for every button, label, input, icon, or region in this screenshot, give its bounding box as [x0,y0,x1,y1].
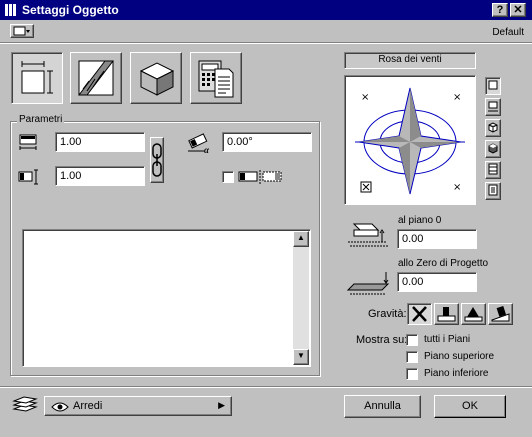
close-button[interactable]: ✕ [510,3,526,17]
depth-icon [18,169,38,185]
parameters-group-label: Parametri [17,114,65,125]
gravity-off-icon [412,306,427,322]
ok-button[interactable]: OK [434,395,506,418]
tab-dimensions[interactable] [11,52,63,104]
show-all-stories-label: tutti i Piani [424,334,471,345]
mirror-checkbox[interactable] [222,171,234,183]
tab-floor-plan[interactable] [70,52,122,104]
cube-icon [139,62,175,96]
angle-field[interactable]: 0.00° [222,132,312,152]
gravity-label: Gravità: [368,308,407,320]
view-3d-wire-button[interactable] [485,119,501,137]
story-elevation-field[interactable]: 0.00 [397,229,477,249]
tab-listing[interactable] [190,52,242,104]
project-zero-label: allo Zero di Progetto [398,258,489,269]
show-lower-story-label: Piano inferiore [424,368,489,379]
window-title: Settaggi Oggetto [22,3,119,17]
eye-icon [51,402,69,412]
layers-icon [12,396,38,412]
ratio-lock-button[interactable] [150,137,164,183]
depth-field[interactable]: 1.00 [55,166,145,186]
width-icon [19,134,37,150]
rotation-angle-icon: α [188,133,210,155]
cancel-button[interactable]: Annulla [344,395,421,418]
view-3d-solid-button[interactable] [485,140,501,158]
scroll-up-button[interactable]: ▲ [293,231,309,247]
square-icon [488,80,498,90]
scroll-down-button[interactable]: ▼ [293,349,309,365]
list-document-icon [488,184,498,196]
preset-menu-button[interactable] [10,24,34,38]
view-elevation-button[interactable] [485,98,501,116]
compass-preview[interactable]: × × × [344,75,476,205]
project-zero-icon [346,272,390,295]
tab-3d[interactable] [130,52,182,104]
view-plan-button[interactable] [485,77,501,95]
chain-link-icon [152,143,162,177]
width-field[interactable]: 1.00 [55,132,145,152]
mirror-icon [238,170,282,184]
chevron-right-icon: ▶ [218,400,225,410]
film-strip-icon [488,163,498,175]
compass-label: Rosa dei venti [344,52,476,69]
gravity-bottom-button[interactable] [434,303,459,325]
help-button[interactable]: ? [492,3,508,17]
hatched-section-icon [77,60,115,96]
svg-text:×: × [361,92,369,103]
app-icon [5,4,16,16]
cube-outline-icon [488,122,498,133]
top-divider [0,42,532,44]
window-preset-icon [13,26,30,36]
cube-solid-icon [488,143,498,154]
bottom-divider [0,386,532,388]
gravity-slope-icon [491,306,510,322]
compass-rose: × × × [355,87,465,195]
show-on-label: Mostra su: [356,334,408,346]
object-front-icon [488,101,498,112]
svg-text:×: × [453,182,461,193]
view-film-button[interactable] [485,161,501,179]
gravity-slope-button[interactable] [488,303,513,325]
svg-text:α: α [204,145,210,155]
gravity-off-button[interactable] [407,303,432,325]
show-upper-story-label: Piano superiore [424,351,495,362]
gravity-top-button[interactable] [461,303,486,325]
parameter-list-scrollbar[interactable]: ▲ ▼ [293,231,309,365]
show-all-stories-checkbox[interactable] [406,334,418,346]
show-lower-story-checkbox[interactable] [406,368,418,380]
layer-value: Arredi [73,400,103,412]
gravity-bottom-icon [437,307,456,322]
svg-text:×: × [453,92,461,103]
view-list-button[interactable] [485,182,501,200]
story-elevation-label: al piano 0 [398,215,442,226]
dimension-box-icon [21,61,53,94]
gravity-top-icon [464,307,483,322]
title-bar: Settaggi Oggetto ? ✕ [0,0,532,20]
preset-label: Default [492,27,524,38]
parameter-list[interactable]: ▲ ▼ [22,229,311,367]
story-elevation-icon [348,223,388,247]
layer-dropdown[interactable]: Arredi ▶ [44,396,232,416]
project-zero-field[interactable]: 0.00 [397,272,477,292]
calculator-document-icon [198,60,234,98]
show-upper-story-checkbox[interactable] [406,351,418,363]
